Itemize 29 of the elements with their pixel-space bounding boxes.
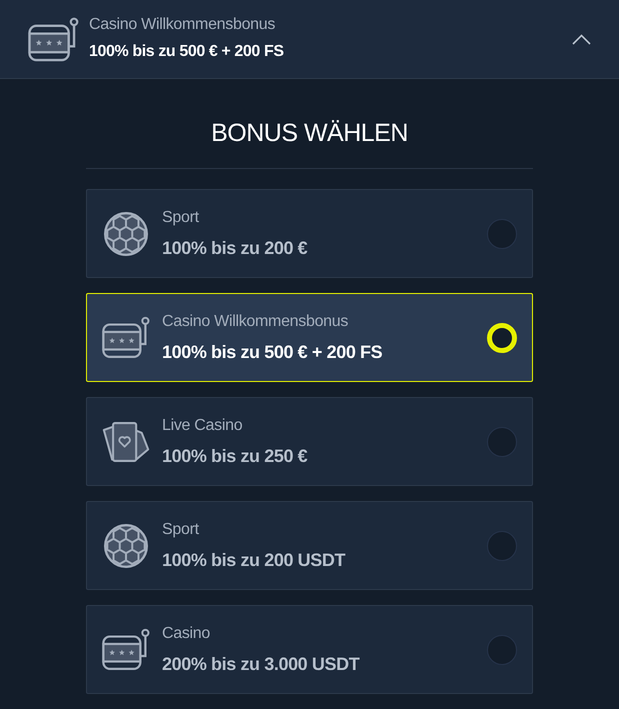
radio-button[interactable] xyxy=(487,426,517,456)
section-heading: BONUS WÄHLEN xyxy=(211,118,408,149)
bonus-amount: 100% bis zu 200 USDT xyxy=(162,549,346,571)
bonus-amount: 100% bis zu 500 € + 200 FS xyxy=(162,341,382,363)
bonus-option[interactable]: Sport 100% bis zu 200 € xyxy=(86,189,533,278)
soccer-ball-icon xyxy=(104,212,148,256)
bonus-category: Casino Willkommensbonus xyxy=(89,15,276,35)
bonus-category: Sport xyxy=(162,520,199,540)
soccer-ball-icon xyxy=(104,524,148,568)
bonus-category: Casino Willkommensbonus xyxy=(162,312,348,332)
bonus-option[interactable]: Casino 200% bis zu 3.000 USDT xyxy=(86,605,533,694)
bonus-amount: 200% bis zu 3.000 USDT xyxy=(162,653,360,675)
playing-cards-icon xyxy=(102,420,150,462)
bonus-option[interactable]: Sport 100% bis zu 200 USDT xyxy=(86,501,533,590)
bonus-category: Live Casino xyxy=(162,416,242,436)
slot-machine-icon xyxy=(102,316,150,359)
slot-machine-icon xyxy=(102,628,150,671)
bonus-category: Casino xyxy=(162,624,210,644)
bonus-amount: 100% bis zu 500 € + 200 FS xyxy=(89,42,284,62)
bonus-amount: 100% bis zu 200 € xyxy=(162,237,308,259)
bonus-option[interactable]: Live Casino 100% bis zu 250 € xyxy=(86,397,533,486)
bonus-option[interactable]: Casino Willkommensbonus 100% bis zu 500 € + 200 FS xyxy=(86,293,533,382)
bonus-amount: 100% bis zu 250 € xyxy=(162,445,308,467)
radio-button[interactable] xyxy=(487,530,517,560)
bonus-header[interactable]: Casino Willkommensbonus 100% bis zu 500 € + 200 FS xyxy=(0,0,619,79)
radio-button[interactable] xyxy=(487,634,517,664)
radio-button[interactable] xyxy=(487,218,517,248)
bonus-category: Sport xyxy=(162,208,199,228)
slot-machine-icon xyxy=(28,16,79,62)
